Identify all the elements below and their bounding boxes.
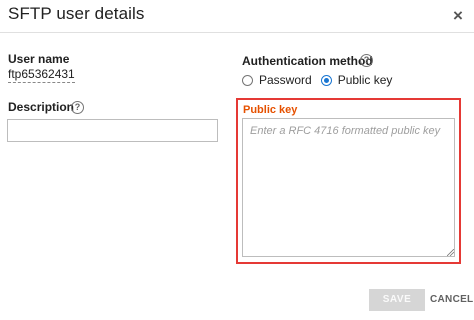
resize-handle-icon[interactable] xyxy=(447,249,454,256)
dialog-header: SFTP user details × xyxy=(0,0,474,33)
public-key-radio[interactable] xyxy=(320,74,332,86)
help-circle-icon[interactable]: ? xyxy=(71,101,84,114)
description-input[interactable] xyxy=(7,119,218,142)
cancel-button[interactable]: CANCEL xyxy=(430,289,473,311)
help-circle-icon[interactable]: ? xyxy=(360,54,373,67)
auth-method-radio-group: Password Public key xyxy=(242,72,401,88)
user-name-value: ftp65362431 xyxy=(8,67,75,83)
password-radio[interactable] xyxy=(242,74,253,86)
description-label: Description xyxy=(8,100,75,114)
public-key-label: Public key xyxy=(243,104,298,116)
public-key-radio-label[interactable]: Public key xyxy=(338,73,393,87)
public-key-textarea[interactable] xyxy=(242,118,455,257)
save-button[interactable]: SAVE xyxy=(369,289,425,311)
close-icon[interactable]: × xyxy=(448,6,468,26)
user-name-label: User name xyxy=(8,52,70,66)
auth-method-label: Authentication method xyxy=(242,54,373,68)
dialog-title: SFTP user details xyxy=(8,4,145,23)
password-radio-label[interactable]: Password xyxy=(259,73,312,87)
